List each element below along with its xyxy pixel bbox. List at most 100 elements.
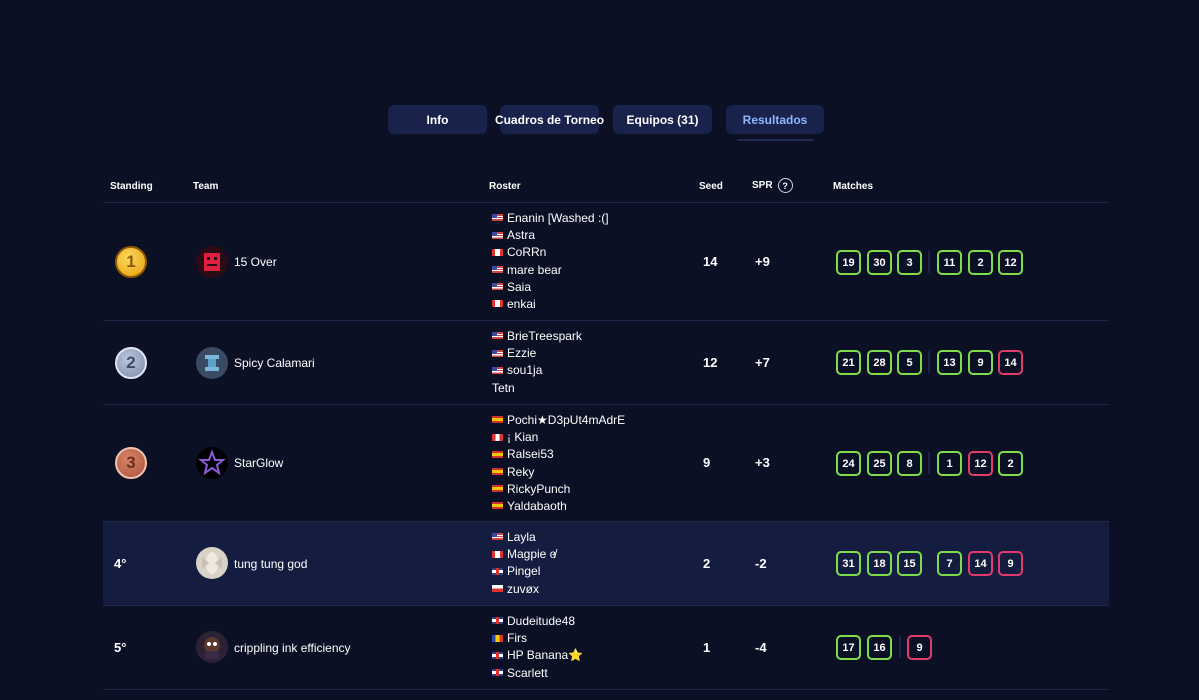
flag-ca-icon	[492, 550, 503, 558]
help-icon[interactable]: ?	[777, 178, 793, 193]
match-result-win[interactable]: 30	[867, 250, 892, 275]
match-result-win[interactable]: 28	[867, 350, 892, 375]
team-name[interactable]: crippling ink efficiency	[234, 641, 351, 655]
roster-list: Enanin [Washed :(] Astra CoRRn mare bear…	[492, 210, 609, 313]
table-row[interactable]: 1 15 Over Enanin [Washed :(] Astra CoRRn…	[103, 203, 1109, 320]
match-result-win[interactable]: 2	[998, 451, 1023, 476]
roster-player: Saia	[492, 279, 609, 296]
match-result-win[interactable]: 12	[998, 250, 1023, 275]
roster-player: Yaldabaoth	[492, 498, 625, 515]
roster-player: Ralsei53	[492, 446, 625, 463]
roster-player: Layla	[492, 529, 556, 546]
flag-gb-icon	[492, 668, 503, 676]
team-logo	[196, 347, 228, 379]
match-result-win[interactable]: 17	[836, 635, 861, 660]
silver-medal-icon: 2	[115, 347, 147, 379]
header-seed: Seed	[699, 181, 723, 192]
tab-info[interactable]: Info	[388, 105, 487, 134]
table-row[interactable]: 3 StarGlow Pochi★D3pUt4mAdrE ¡ Kian Rals…	[103, 405, 1109, 521]
roster-player: Tetn	[492, 380, 515, 395]
roster-player: BrieTreespark	[492, 328, 582, 345]
match-result-win[interactable]: 8	[897, 451, 922, 476]
roster-player: Astra	[492, 227, 609, 244]
table-row[interactable]: 2 Spicy Calamari BrieTreespark Ezzie sou…	[103, 321, 1109, 404]
spr: +3	[755, 455, 770, 470]
match-result-win[interactable]: 31	[836, 551, 861, 576]
roster-player: Reky	[492, 464, 625, 481]
standing: 5°	[114, 640, 127, 655]
roster-player: sou1ja	[492, 362, 582, 379]
active-tab-indicator	[737, 139, 814, 141]
spr: -2	[755, 556, 767, 571]
header-matches: Matches	[833, 181, 874, 192]
team-logo	[196, 447, 228, 479]
flag-es-icon	[492, 485, 503, 493]
seed: 2	[703, 556, 711, 571]
table-row[interactable]: 4° tung tung god Layla Magpie ɞ̸ Pingel …	[103, 522, 1109, 605]
match-result-loss[interactable]: 9	[998, 551, 1023, 576]
match-result-win[interactable]: 21	[836, 350, 861, 375]
tab-brackets[interactable]: Cuadros de Torneo	[495, 105, 604, 134]
flag-es-icon	[492, 467, 503, 475]
header-standing: Standing	[110, 181, 153, 192]
roster-player: Ezzie	[492, 345, 582, 362]
header-roster: Roster	[489, 181, 521, 192]
seed: 14	[703, 254, 718, 269]
match-result-win[interactable]: 18	[867, 551, 892, 576]
roster-player: CoRRn	[492, 244, 609, 261]
spr: +7	[755, 355, 770, 370]
match-result-win[interactable]: 16	[867, 635, 892, 660]
team-logo	[196, 547, 228, 579]
roster-player: Firs	[492, 630, 583, 647]
flag-es-icon	[492, 502, 503, 510]
flag-ca-icon	[492, 300, 503, 308]
team-name[interactable]: StarGlow	[234, 456, 283, 470]
match-result-win[interactable]: 13	[937, 350, 962, 375]
match-result-win[interactable]: 24	[836, 451, 861, 476]
spr: +9	[755, 254, 770, 269]
flag-us-icon	[492, 265, 503, 273]
match-result-win[interactable]: 5	[897, 350, 922, 375]
seed: 1	[703, 640, 711, 655]
roster-list: Dudeitude48 Firs HP Banana⭐ Scarlett	[492, 613, 583, 682]
match-result-win[interactable]: 3	[897, 250, 922, 275]
match-result-loss[interactable]: 9	[907, 635, 932, 660]
bracket-separator	[899, 636, 901, 658]
roster-list: Layla Magpie ɞ̸ Pingel zuvøx	[492, 529, 556, 598]
match-result-win[interactable]: 1	[937, 451, 962, 476]
match-result-win[interactable]: 11	[937, 250, 962, 275]
match-result-win[interactable]: 15	[897, 551, 922, 576]
seed: 9	[703, 455, 711, 470]
flag-us-icon	[492, 366, 503, 374]
match-result-loss[interactable]: 12	[968, 451, 993, 476]
match-result-win[interactable]: 25	[867, 451, 892, 476]
bracket-separator	[928, 251, 930, 273]
roster-player: Dudeitude48	[492, 613, 583, 630]
seed: 12	[703, 355, 718, 370]
flag-us-icon	[492, 533, 503, 541]
flag-us-icon	[492, 332, 503, 340]
team-name[interactable]: tung tung god	[234, 557, 307, 571]
match-result-loss[interactable]: 14	[968, 551, 993, 576]
bronze-medal-icon: 3	[115, 447, 147, 479]
match-result-loss[interactable]: 14	[998, 350, 1023, 375]
tab-results[interactable]: Resultados	[726, 105, 824, 134]
roster-player: HP Banana⭐	[492, 647, 583, 664]
table-row[interactable]: 5° crippling ink efficiency Dudeitude48 …	[103, 606, 1109, 689]
match-result-win[interactable]: 19	[836, 250, 861, 275]
tab-teams[interactable]: Equipos (31)	[613, 105, 712, 134]
roster-player: zuvøx	[492, 581, 556, 598]
match-result-win[interactable]: 2	[968, 250, 993, 275]
roster-player: Pingel	[492, 563, 556, 580]
flag-pl-icon	[492, 584, 503, 592]
bracket-separator	[928, 351, 930, 373]
header-spr-label: SPR	[752, 180, 773, 192]
match-result-win[interactable]: 7	[937, 551, 962, 576]
flag-us-icon	[492, 349, 503, 357]
match-result-win[interactable]: 9	[968, 350, 993, 375]
roster-player: enkai	[492, 296, 609, 313]
flag-gb-icon	[492, 617, 503, 625]
roster-list: Pochi★D3pUt4mAdrE ¡ Kian Ralsei53 Reky R…	[492, 412, 625, 515]
team-name[interactable]: 15 Over	[234, 255, 277, 269]
team-name[interactable]: Spicy Calamari	[234, 356, 315, 370]
